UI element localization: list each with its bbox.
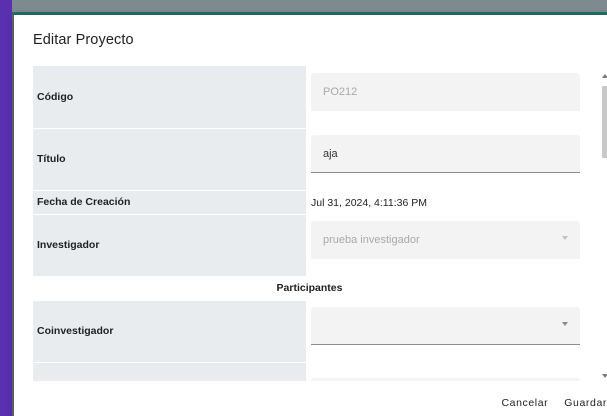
form-row-codigo: Código PO212: [33, 66, 586, 129]
titulo-input[interactable]: aja: [311, 135, 580, 173]
section-participantes: Participantes: [33, 275, 586, 301]
cancel-button[interactable]: Cancelar: [501, 397, 548, 409]
codigo-value: PO212: [323, 85, 358, 98]
codigo-label: Código: [33, 66, 306, 129]
dialog-scrollbar[interactable]: [601, 74, 607, 386]
investigador-select: prueba investigador: [311, 221, 580, 259]
coinvestigador-label: Coinvestigador: [33, 300, 306, 363]
dialog-content: Código PO212 Título aja Fecha de Creació…: [33, 66, 586, 381]
coinvestigador-select[interactable]: [311, 307, 580, 345]
next-row-field[interactable]: [311, 378, 580, 381]
chevron-down-icon: [562, 322, 568, 326]
project-form-table: Código PO212 Título aja Fecha de Creació…: [33, 66, 586, 381]
form-row-coinvestigador: Coinvestigador: [33, 300, 586, 363]
next-row-label: [33, 362, 306, 381]
form-row-investigador: Investigador prueba investigador: [33, 214, 586, 277]
investigador-label: Investigador: [33, 214, 306, 277]
form-row-section: Participantes: [33, 275, 586, 301]
dialog-actions: Cancelar Guardar: [501, 393, 607, 413]
form-row-titulo: Título aja: [33, 128, 586, 191]
titulo-label: Título: [33, 128, 306, 191]
titulo-value: aja: [323, 148, 338, 160]
scroll-thumb[interactable]: [602, 86, 607, 158]
fecha-label: Fecha de Creación: [33, 190, 306, 215]
scroll-down-arrow-icon[interactable]: [602, 374, 607, 378]
chevron-down-icon: [562, 236, 568, 240]
fecha-value: Jul 31, 2024, 4:11:36 PM: [311, 197, 427, 209]
dialog-title: Editar Proyecto: [33, 32, 134, 48]
window-accent-bar: [0, 0, 12, 416]
investigador-value: prueba investigador: [323, 234, 420, 246]
form-row-fecha: Fecha de Creación Jul 31, 2024, 4:11:36 …: [33, 190, 586, 215]
codigo-field: PO212: [311, 72, 580, 111]
edit-project-dialog: Editar Proyecto Código PO212 Título aja: [14, 15, 607, 416]
save-button[interactable]: Guardar: [564, 397, 607, 409]
form-row-next: [33, 362, 586, 381]
scroll-up-arrow-icon[interactable]: [602, 74, 607, 78]
